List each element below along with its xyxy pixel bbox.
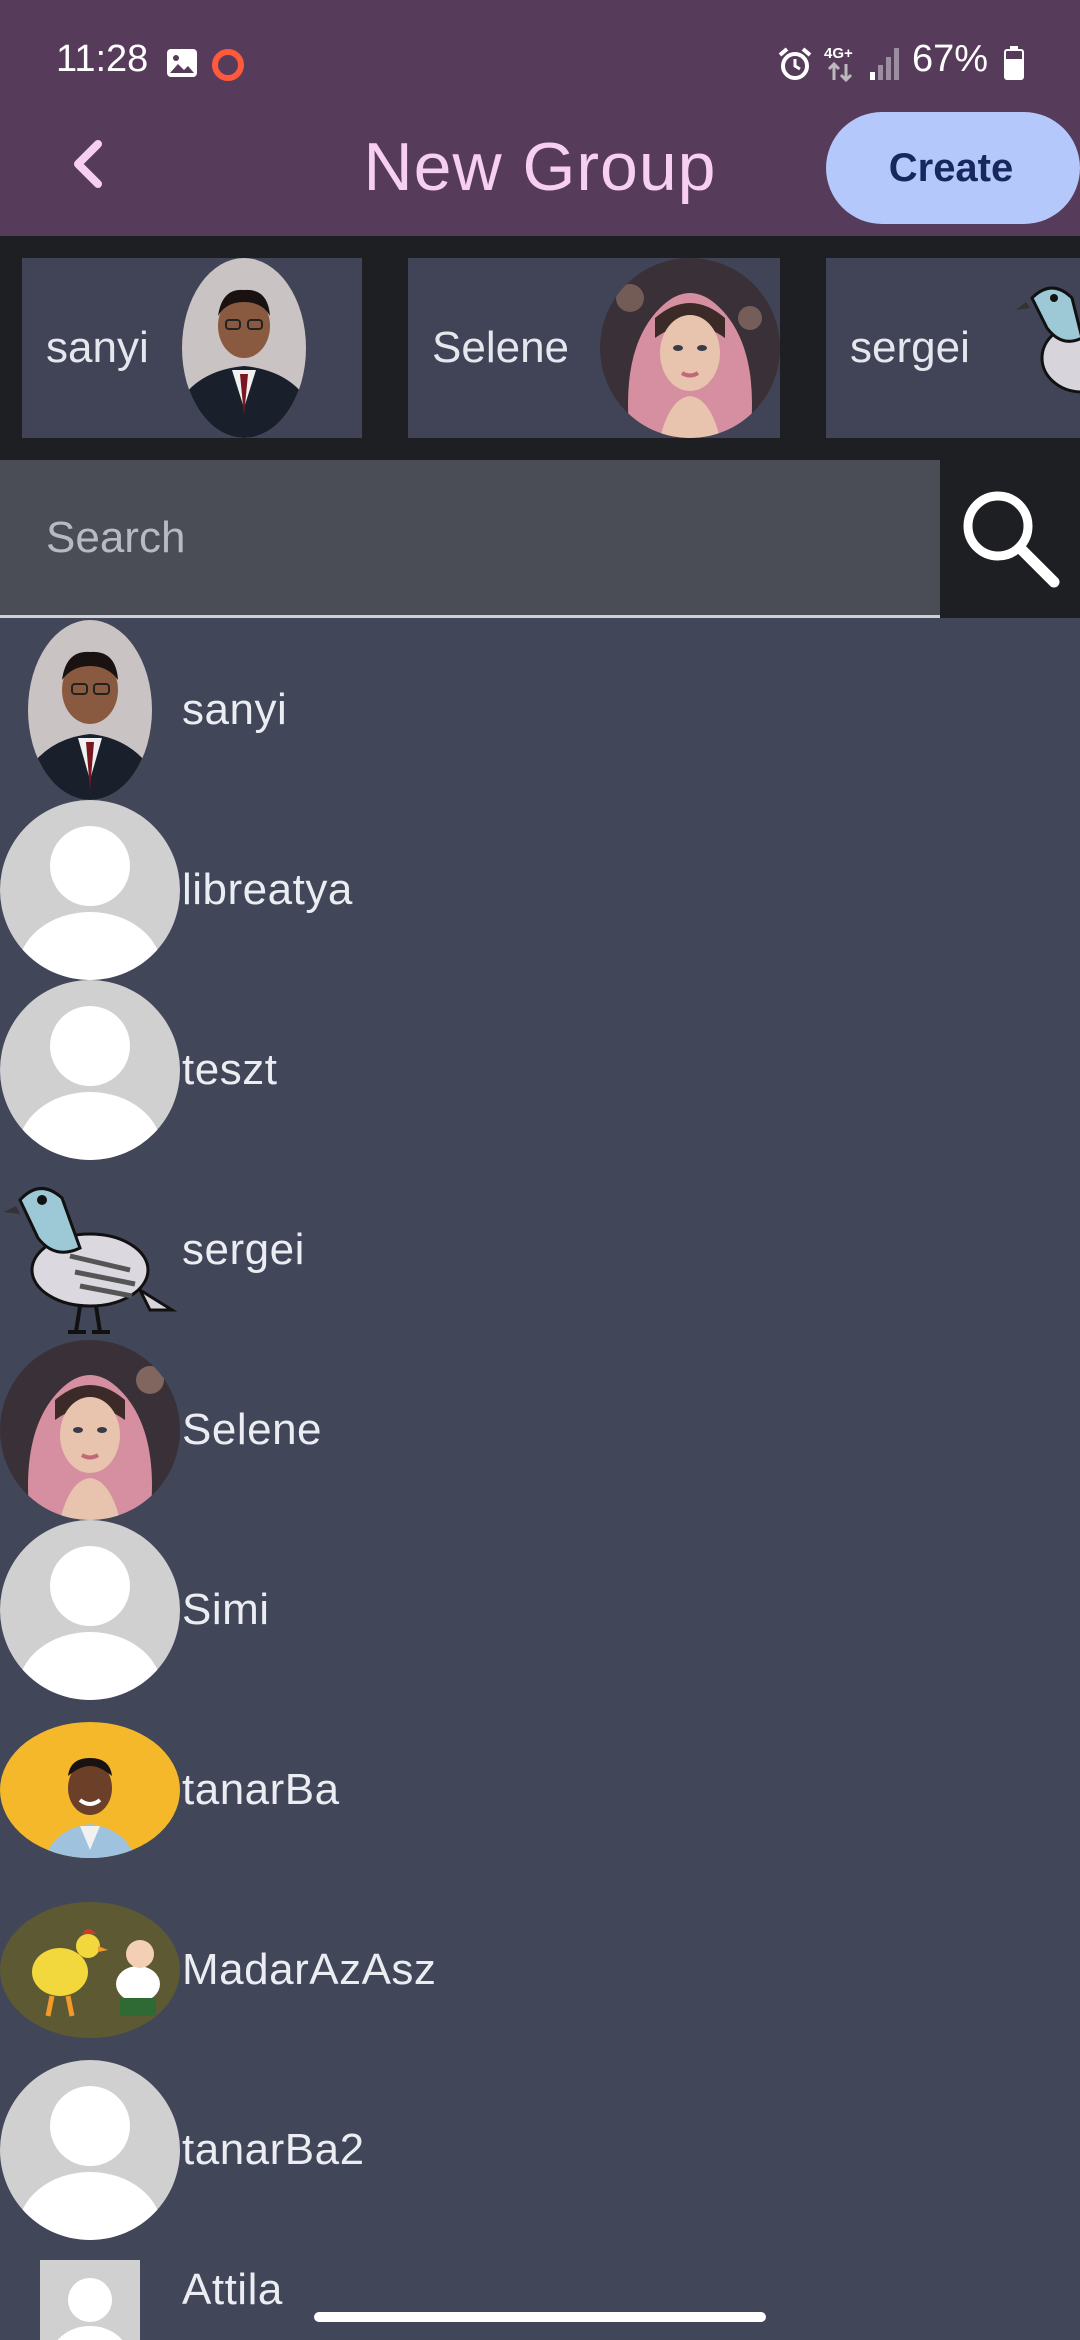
svg-text:4G+: 4G+ [824, 45, 853, 62]
woman-pink-hair-avatar [0, 1340, 180, 1520]
contact-name: sergei [182, 1225, 305, 1274]
contact-name: Selene [182, 1405, 323, 1454]
default-avatar-icon [0, 1520, 180, 1700]
contact-name: tanarBa2 [182, 2125, 365, 2174]
chip-label: sanyi [46, 323, 149, 372]
app-bar: 11:28 4G+ 67% New Group Create [0, 0, 1080, 236]
contact-name: Attila [182, 2265, 283, 2314]
home-indicator[interactable] [314, 2312, 766, 2322]
screen-record-icon [212, 49, 244, 81]
woman-pink-hair-avatar [600, 258, 780, 438]
contact-row[interactable]: teszt [0, 980, 1080, 1160]
contact-row[interactable]: sanyi [0, 620, 1080, 800]
battery-icon [1004, 46, 1024, 80]
default-avatar-icon [40, 2260, 140, 2340]
default-avatar-icon [0, 800, 180, 980]
contact-row[interactable]: tanarBa2 [0, 2060, 1080, 2240]
4g-network-icon: 4G+ [824, 45, 853, 82]
chip-label: sergei [850, 323, 970, 372]
cartoon-chicken-avatar [0, 1880, 180, 2060]
contact-name: teszt [182, 1045, 278, 1094]
contact-row[interactable]: Attila [0, 2240, 1080, 2340]
smiling-man-avatar [0, 1700, 180, 1880]
status-bar: 11:28 4G+ 67% [0, 30, 1080, 96]
signal-icon [870, 48, 899, 80]
search-icon [963, 491, 1060, 588]
alarm-icon [778, 47, 812, 80]
contact-row[interactable]: tanarBa [0, 1700, 1080, 1880]
new-group-screen: 11:28 4G+ 67% New Group Create sanyi Sel… [0, 0, 1080, 2340]
contact-row[interactable]: Selene [0, 1340, 1080, 1520]
selected-member-chip[interactable]: sanyi [22, 258, 362, 438]
selected-members-strip[interactable]: sanyi Selene sergei [0, 236, 1080, 460]
search-input[interactable] [46, 460, 906, 615]
contact-name: MadarAzAsz [182, 1945, 437, 1994]
pigeon-avatar [0, 1160, 180, 1340]
man-in-suit-avatar [0, 620, 180, 800]
chip-label: Selene [432, 323, 570, 372]
pigeon-avatar [1012, 258, 1080, 438]
contact-row[interactable]: Simi [0, 1520, 1080, 1700]
man-in-suit-avatar [182, 258, 306, 438]
selected-member-chip[interactable]: sergei [826, 258, 1080, 438]
gallery-icon [167, 49, 197, 77]
status-time: 11:28 [56, 38, 149, 80]
default-avatar-icon [0, 980, 180, 1160]
contact-name: Simi [182, 1585, 270, 1634]
contact-name: tanarBa [182, 1765, 340, 1814]
contact-name: sanyi [182, 685, 288, 734]
contact-row[interactable]: libreatya [0, 800, 1080, 980]
default-avatar-icon [0, 2060, 180, 2240]
search-field[interactable] [0, 460, 940, 618]
selected-member-chip[interactable]: Selene [408, 258, 780, 438]
battery-percentage: 67% [912, 38, 989, 80]
contact-name: libreatya [182, 865, 353, 914]
contact-row[interactable]: sergei [0, 1160, 1080, 1340]
search-button[interactable] [940, 460, 1080, 618]
contact-row[interactable]: MadarAzAsz [0, 1880, 1080, 2060]
create-button[interactable]: Create [826, 112, 1080, 224]
